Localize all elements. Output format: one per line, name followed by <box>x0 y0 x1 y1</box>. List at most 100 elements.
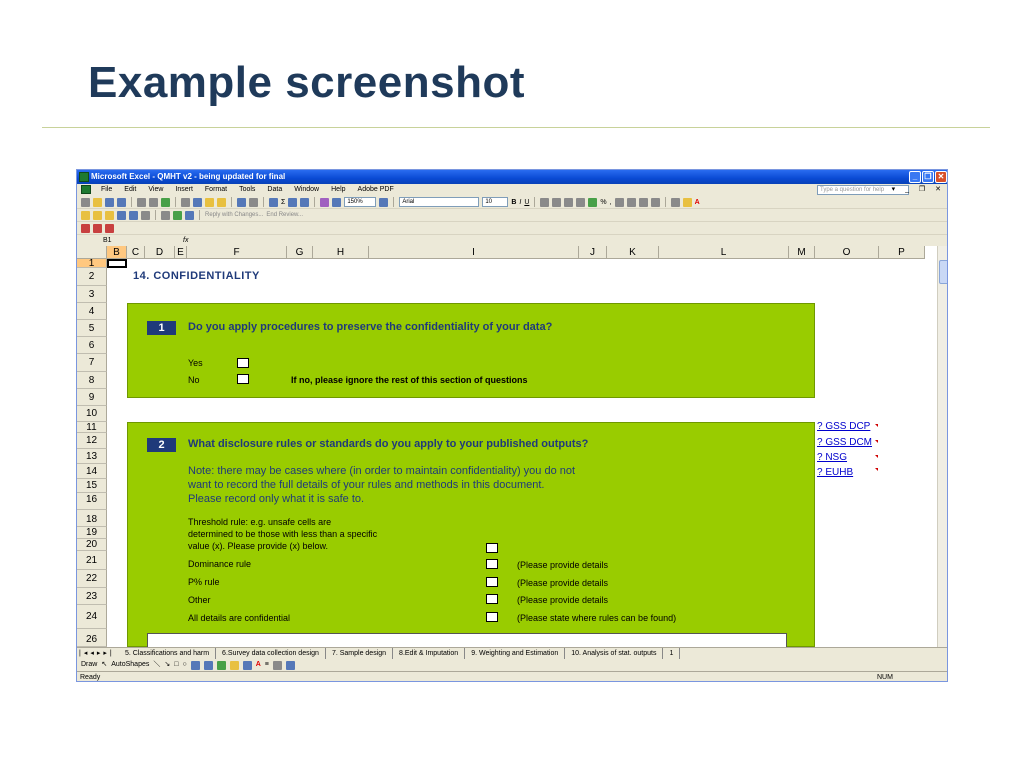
autosum-icon[interactable]: Σ <box>281 199 285 206</box>
link-gss-dcp[interactable]: ? GSS DCP <box>817 421 870 432</box>
rectangle-icon[interactable]: □ <box>174 659 178 671</box>
row-header-22[interactable]: 22 <box>77 570 107 588</box>
column-header-c[interactable]: C <box>127 246 145 259</box>
window-titlebar[interactable]: Microsoft Excel - QMHT v2 - being update… <box>77 170 947 184</box>
row-header-2[interactable]: 2 <box>77 268 107 286</box>
zoom-select[interactable]: 150% <box>344 197 377 207</box>
autoshapes-menu[interactable]: AutoShapes <box>111 659 149 671</box>
increase-indent-icon[interactable] <box>650 197 660 207</box>
tab-scroll-buttons[interactable]: |◂◂▸▸| <box>79 648 115 659</box>
row-header-11[interactable]: 11 <box>77 422 107 433</box>
tab-survey-design[interactable]: 6.Survey data collection design <box>216 648 326 659</box>
worksheet-grid[interactable]: B C D E F G H I J K L M O P 1 2 3 4 5 6 … <box>77 246 947 647</box>
borders-icon[interactable] <box>670 197 680 207</box>
tab-next[interactable]: 1 <box>663 648 681 659</box>
column-header-l[interactable]: L <box>659 246 789 259</box>
restore-button[interactable]: ❐ <box>922 171 934 183</box>
menu-format[interactable]: Format <box>199 184 233 196</box>
vertical-scrollbar[interactable] <box>937 246 947 647</box>
spelling-icon[interactable] <box>161 197 170 207</box>
drawing-icon[interactable] <box>332 197 342 207</box>
row-header-5[interactable]: 5 <box>77 320 107 337</box>
other-checkbox[interactable] <box>486 594 498 604</box>
sort-ascending-icon[interactable] <box>288 197 298 207</box>
mdi-controls[interactable]: ▾ _ ❐ ✕ <box>892 184 945 196</box>
align-right-icon[interactable] <box>564 197 574 207</box>
undo-icon[interactable] <box>237 197 246 207</box>
review-icon-1[interactable] <box>81 210 90 220</box>
column-header-i[interactable]: I <box>369 246 579 259</box>
pdf-review-icon[interactable] <box>105 223 114 233</box>
sort-descending-icon[interactable] <box>300 197 310 207</box>
increase-decimal-icon[interactable] <box>614 197 624 207</box>
3d-icon[interactable] <box>285 660 295 670</box>
pdf-email-icon[interactable] <box>93 223 102 233</box>
line-color-icon[interactable] <box>242 660 252 670</box>
underline-button[interactable]: U <box>524 199 529 206</box>
redo-icon[interactable] <box>249 197 258 207</box>
draw-font-color-icon[interactable]: A <box>256 659 261 671</box>
column-header-o[interactable]: O <box>815 246 879 259</box>
wordart-icon[interactable] <box>203 660 213 670</box>
row-header-8[interactable]: 8 <box>77 372 107 389</box>
tab-analysis[interactable]: 10. Analysis of stat. outputs <box>565 648 664 659</box>
row-header-19[interactable]: 19 <box>77 527 107 539</box>
link-nsg[interactable]: ? NSG <box>817 452 847 463</box>
column-header-b[interactable]: B <box>107 246 127 259</box>
font-color-icon[interactable]: A <box>695 199 700 206</box>
row-header-16[interactable]: 16 <box>77 493 107 510</box>
row-header-4[interactable]: 4 <box>77 303 107 320</box>
link-euhb[interactable]: ? EUHB <box>817 467 853 478</box>
row-header-14[interactable]: 14 <box>77 464 107 479</box>
row-header-15[interactable]: 15 <box>77 479 107 493</box>
format-painter-icon[interactable] <box>217 197 226 207</box>
comma-style-button[interactable]: , <box>610 199 612 206</box>
bold-button[interactable]: B <box>511 199 516 206</box>
print-icon[interactable] <box>137 197 146 207</box>
italic-button[interactable]: I <box>519 199 521 206</box>
arrow-icon[interactable]: ↘ <box>164 659 170 671</box>
shadow-icon[interactable] <box>272 660 282 670</box>
pdf-convert-icon[interactable] <box>81 223 90 233</box>
review-icon-9[interactable] <box>185 210 194 220</box>
column-header-e[interactable]: E <box>175 246 187 259</box>
hyperlink-icon[interactable] <box>269 197 278 207</box>
fill-icon[interactable] <box>229 660 239 670</box>
fill-color-icon[interactable] <box>682 197 692 207</box>
column-header-d[interactable]: D <box>145 246 175 259</box>
review-icon-6[interactable] <box>141 210 150 220</box>
column-header-h[interactable]: H <box>313 246 369 259</box>
review-icon-7[interactable] <box>161 210 170 220</box>
decrease-decimal-icon[interactable] <box>626 197 636 207</box>
tab-classifications[interactable]: 5. Classifications and harm <box>119 648 217 659</box>
active-cell-b1[interactable] <box>107 259 127 268</box>
tab-edit-imputation[interactable]: 8.Edit & Imputation <box>393 648 466 659</box>
align-left-icon[interactable] <box>540 197 550 207</box>
no-checkbox[interactable] <box>237 374 249 384</box>
font-name-select[interactable]: Arial <box>399 197 480 207</box>
answer-textbox[interactable] <box>147 633 787 647</box>
menu-tools[interactable]: Tools <box>233 184 261 196</box>
link-gss-dcm[interactable]: ? GSS DCM <box>817 437 872 448</box>
row-header-20[interactable]: 20 <box>77 539 107 551</box>
fx-icon[interactable]: fx <box>183 235 188 246</box>
row-header-21[interactable]: 21 <box>77 551 107 570</box>
review-icon-8[interactable] <box>173 210 182 220</box>
end-review-button[interactable]: End Review... <box>266 212 303 218</box>
yes-checkbox[interactable] <box>237 358 249 368</box>
print-preview-icon[interactable] <box>149 197 158 207</box>
oval-icon[interactable]: ○ <box>182 659 186 671</box>
draw-menu[interactable]: Draw <box>81 659 97 671</box>
menu-edit[interactable]: Edit <box>118 184 142 196</box>
paste-icon[interactable] <box>205 197 214 207</box>
chart-wizard-icon[interactable] <box>320 197 330 207</box>
save-icon[interactable] <box>105 197 114 207</box>
copy-icon[interactable] <box>193 197 202 207</box>
close-button[interactable]: ✕ <box>935 171 947 183</box>
menu-insert[interactable]: Insert <box>169 184 199 196</box>
row-header-1[interactable]: 1 <box>77 259 107 269</box>
menu-view[interactable]: View <box>142 184 169 196</box>
minimize-button[interactable]: _ <box>909 171 921 183</box>
clipart-icon[interactable] <box>216 660 226 670</box>
line-icon[interactable]: ＼ <box>153 659 160 671</box>
